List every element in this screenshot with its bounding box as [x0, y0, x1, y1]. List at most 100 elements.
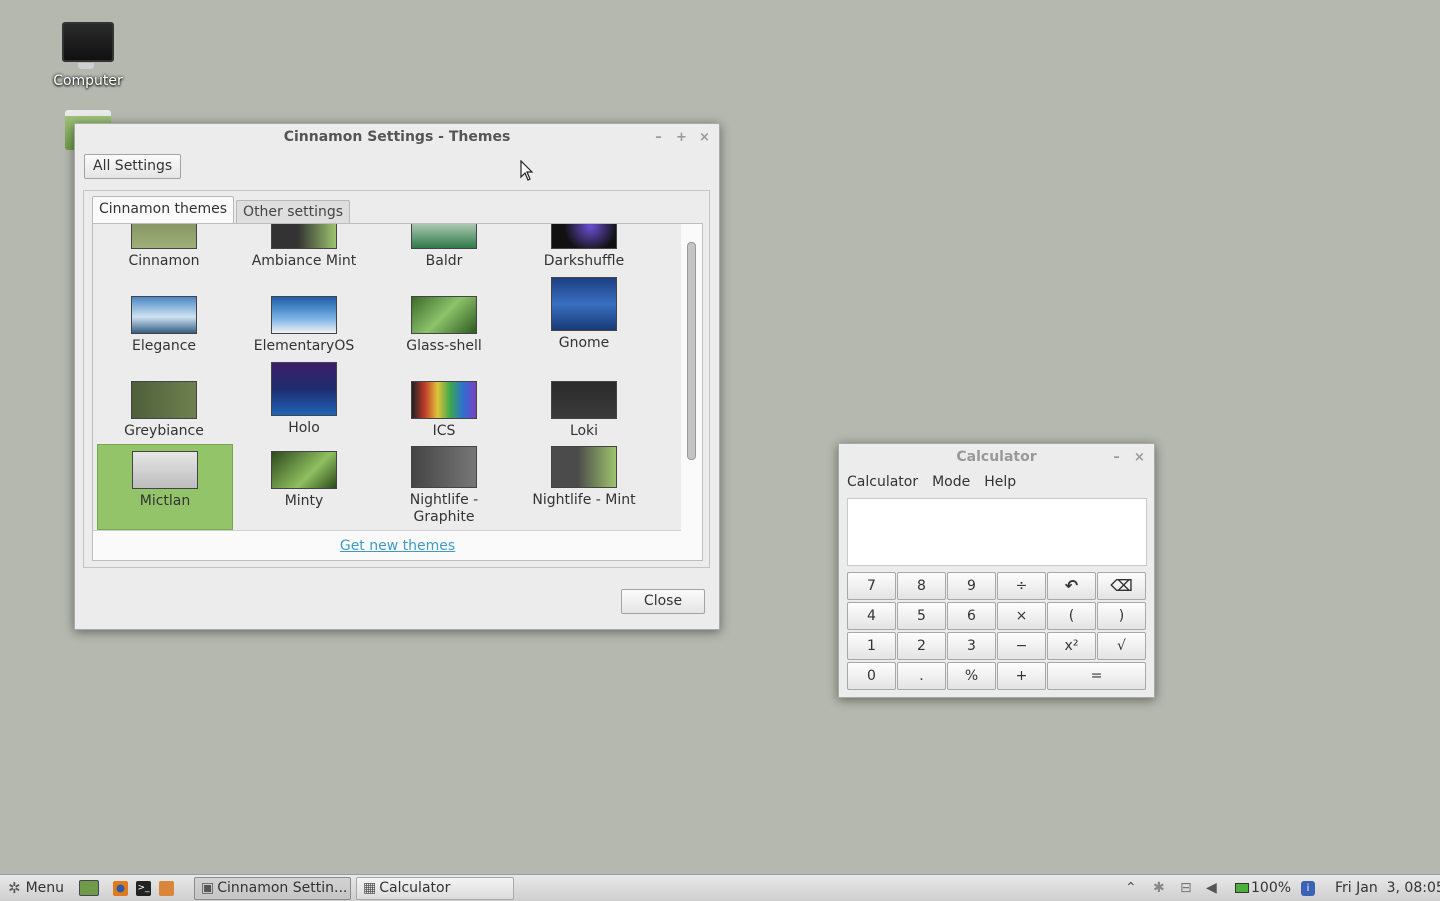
themes-panel: Cinnamon themes Other settings Cinnamon …	[83, 190, 710, 568]
taskbar-window-settings[interactable]: ▣ Cinnamon Settin...	[194, 877, 351, 900]
theme-label: Mictlan	[139, 493, 191, 509]
theme-item-greybiance[interactable]: Greybiance	[97, 381, 231, 440]
scrollbar-thumb[interactable]	[687, 242, 696, 460]
battery-icon	[1235, 883, 1249, 893]
show-desktop-launcher[interactable]	[79, 875, 99, 901]
key-9[interactable]: 9	[947, 572, 996, 600]
menu-help[interactable]: Help	[984, 474, 1016, 490]
theme-item-ambiance-mint[interactable]: Ambiance Mint	[237, 224, 371, 270]
terminal-icon: >_	[136, 880, 151, 896]
theme-grid: Cinnamon Ambiance Mint Baldr Darkshuffle	[93, 224, 681, 531]
settings-titlebar[interactable]: Cinnamon Settings - Themes – + ×	[75, 124, 719, 150]
close-icon[interactable]: ×	[698, 131, 711, 144]
key-close-paren[interactable]: )	[1097, 602, 1146, 630]
files-launcher[interactable]	[159, 875, 174, 901]
taskbar-window-label: Calculator	[379, 880, 451, 896]
key-backspace[interactable]: ⌫	[1097, 572, 1146, 600]
key-open-paren[interactable]: (	[1047, 602, 1096, 630]
theme-label: Glass-shell	[406, 338, 482, 354]
theme-item-glass-shell[interactable]: Glass-shell	[377, 296, 511, 355]
key-7[interactable]: 7	[847, 572, 896, 600]
key-divide[interactable]: ÷	[997, 572, 1046, 600]
theme-grid-scrollbar[interactable]	[685, 238, 697, 530]
close-icon[interactable]: ×	[1133, 451, 1146, 464]
calculator-window: Calculator – × Calculator Mode Help 7 8 9 ÷…	[838, 443, 1155, 698]
key-2[interactable]: 2	[897, 632, 946, 660]
theme-item-nightlife-graphite[interactable]: Nightlife - Graphite	[377, 446, 511, 526]
settings-app-icon: ▣	[201, 880, 215, 896]
get-new-themes-link[interactable]: Get new themes	[340, 538, 455, 554]
theme-item-darkshuffle[interactable]: Darkshuffle	[517, 224, 651, 270]
update-manager-icon[interactable]: i	[1301, 875, 1315, 901]
tab-cinnamon-themes[interactable]: Cinnamon themes	[92, 196, 235, 223]
maximize-icon[interactable]: +	[675, 131, 688, 144]
minimize-icon[interactable]: –	[1110, 451, 1123, 464]
taskbar-window-calculator[interactable]: ▦ Calculator	[356, 877, 514, 900]
key-add[interactable]: +	[997, 662, 1046, 690]
theme-item-loki[interactable]: Loki	[517, 381, 651, 440]
desktop-icon	[79, 880, 99, 896]
close-button[interactable]: Close	[621, 589, 705, 614]
window-title: Calculator	[956, 449, 1037, 465]
key-equals[interactable]: =	[1047, 662, 1146, 690]
theme-thumbnail	[271, 451, 337, 489]
theme-item-nightlife-mint[interactable]: Nightlife - Mint	[517, 446, 651, 509]
gear-icon: ✲	[8, 879, 21, 897]
key-8[interactable]: 8	[897, 572, 946, 600]
theme-item-cinnamon[interactable]: Cinnamon	[97, 224, 231, 270]
key-5[interactable]: 5	[897, 602, 946, 630]
settings-window: Cinnamon Settings - Themes – + × All Set…	[74, 123, 720, 630]
theme-item-elegance[interactable]: Elegance	[97, 296, 231, 355]
key-subtract[interactable]: −	[997, 632, 1046, 660]
key-square[interactable]: x²	[1047, 632, 1096, 660]
battery-indicator[interactable]: 100%	[1235, 875, 1291, 901]
minimize-icon[interactable]: –	[652, 131, 665, 144]
calculator-titlebar[interactable]: Calculator – ×	[839, 444, 1154, 470]
all-settings-button[interactable]: All Settings	[84, 154, 182, 179]
key-multiply[interactable]: ×	[997, 602, 1046, 630]
theme-item-mictlan[interactable]: Mictlan	[97, 444, 233, 530]
menu-button[interactable]: ✲ Menu	[8, 875, 64, 901]
theme-label: ElementaryOS	[253, 338, 355, 354]
theme-item-holo[interactable]: Holo	[237, 362, 371, 437]
theme-label: Ambiance Mint	[251, 253, 357, 269]
theme-thumbnail	[551, 224, 617, 249]
bluetooth-icon[interactable]: ✱	[1153, 875, 1165, 901]
key-decimal[interactable]: .	[897, 662, 946, 690]
theme-item-gnome[interactable]: Gnome	[517, 277, 651, 352]
desktop-icon-label: Computer	[53, 73, 123, 89]
theme-item-elementaryos[interactable]: ElementaryOS	[237, 296, 371, 355]
theme-thumbnail	[411, 446, 477, 488]
key-undo[interactable]: ↶	[1047, 572, 1096, 600]
key-6[interactable]: 6	[947, 602, 996, 630]
theme-item-ics[interactable]: ICS	[377, 381, 511, 440]
clock[interactable]: Fri Jan 3, 08:05	[1335, 875, 1440, 901]
shield-icon: i	[1301, 880, 1315, 896]
tab-other-settings[interactable]: Other settings	[236, 200, 351, 223]
menu-mode[interactable]: Mode	[932, 474, 970, 490]
firefox-launcher[interactable]	[113, 875, 128, 901]
network-icon[interactable]: ⊟	[1180, 875, 1192, 901]
theme-label: Baldr	[425, 253, 463, 269]
taskbar-window-label: Cinnamon Settin...	[217, 880, 348, 896]
key-1[interactable]: 1	[847, 632, 896, 660]
desktop-icon-computer[interactable]: Computer	[38, 22, 138, 89]
volume-icon[interactable]: ◀	[1206, 875, 1217, 901]
key-percent[interactable]: %	[947, 662, 996, 690]
terminal-launcher[interactable]: >_	[136, 875, 151, 901]
tray-expand-icon[interactable]: ⌃	[1125, 875, 1137, 901]
theme-label: Gnome	[558, 335, 610, 351]
calculator-display[interactable]	[847, 498, 1147, 566]
files-icon	[159, 880, 174, 896]
calculator-menubar: Calculator Mode Help	[839, 470, 1154, 494]
theme-item-minty[interactable]: Minty	[237, 451, 371, 510]
key-4[interactable]: 4	[847, 602, 896, 630]
theme-label: Nightlife - Mint	[532, 492, 636, 508]
theme-item-baldr[interactable]: Baldr	[377, 224, 511, 270]
key-0[interactable]: 0	[847, 662, 896, 690]
mouse-cursor-icon	[520, 160, 534, 181]
key-3[interactable]: 3	[947, 632, 996, 660]
theme-thumbnail	[411, 381, 477, 419]
key-sqrt[interactable]: √	[1097, 632, 1146, 660]
menu-calculator[interactable]: Calculator	[847, 474, 918, 490]
